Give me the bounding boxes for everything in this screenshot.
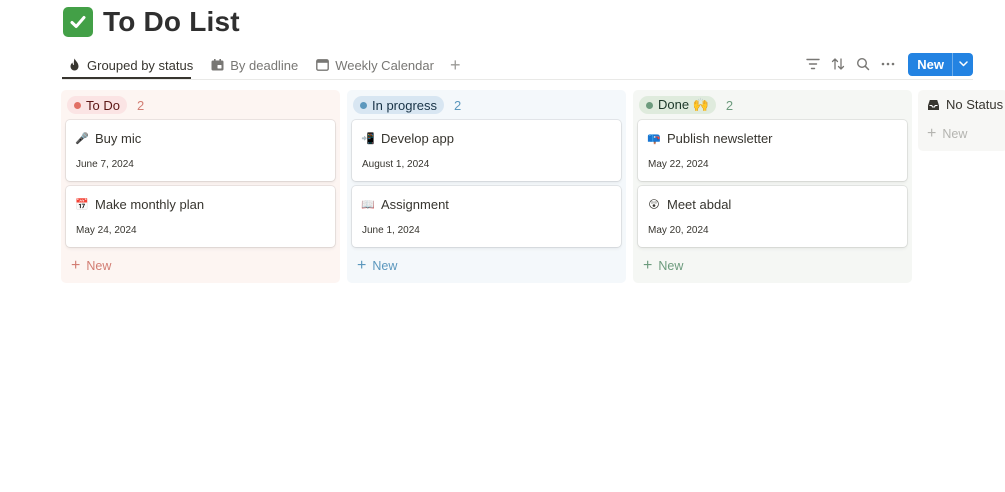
calendar-emoji-icon: 📅 [75, 199, 89, 211]
astonished-face-emoji-icon: 😲 [648, 199, 660, 211]
card-title: 📪 Publish newsletter [647, 131, 773, 146]
add-card-button[interactable]: + New [927, 126, 967, 142]
card[interactable]: 🎤 Buy mic June 7, 2024 [66, 120, 335, 181]
add-card-label: New [86, 259, 112, 273]
card-title-text: Develop app [381, 131, 454, 146]
card-title-text: Publish newsletter [667, 131, 773, 146]
calendar-icon [316, 59, 330, 71]
plus-icon: + [927, 125, 937, 142]
card-title: 🎤 Buy mic [75, 131, 141, 146]
open-book-emoji-icon: 📖 [361, 199, 375, 211]
column-header[interactable]: In progress 2 [353, 96, 461, 114]
mailbox-emoji-icon: 📪 [647, 133, 661, 145]
card[interactable]: 📲 Develop app August 1, 2024 [352, 120, 621, 181]
card[interactable]: 📅 Make monthly plan May 24, 2024 [66, 186, 335, 247]
card-date: June 7, 2024 [76, 159, 134, 170]
flame-icon [70, 58, 79, 71]
card-title: 📅 Make monthly plan [75, 197, 204, 212]
card-date: May 20, 2024 [648, 225, 709, 236]
column-count: 2 [136, 97, 145, 113]
microphone-emoji-icon: 🎤 [75, 133, 89, 145]
status-pill[interactable]: In progress [353, 96, 445, 114]
status-pill[interactable]: To Do [67, 96, 127, 114]
tab-by-deadline[interactable]: By deadline [205, 53, 304, 77]
calendar-folder-icon [211, 59, 224, 71]
card-date: May 24, 2024 [76, 225, 137, 236]
tab-weekly-calendar[interactable]: Weekly Calendar [310, 53, 440, 77]
new-button-label: New [917, 56, 944, 72]
column-in-progress: In progress 2 📲 Develop app August 1, 20… [347, 90, 626, 283]
card-title-text: Make monthly plan [95, 197, 205, 212]
plus-icon: + [71, 257, 81, 274]
more-icon[interactable] [876, 52, 900, 76]
tab-grouped-by-status[interactable]: Grouped by status [62, 53, 199, 77]
search-icon[interactable] [851, 52, 875, 76]
add-card-label: New [942, 127, 968, 141]
card-date: June 1, 2024 [362, 225, 420, 236]
plus-icon: + [357, 257, 367, 274]
mobile-phone-emoji-icon: 📲 [361, 133, 375, 145]
card-date: May 22, 2024 [648, 159, 709, 170]
card-title-text: Assignment [381, 197, 449, 212]
card-title-text: Buy mic [95, 131, 142, 146]
add-card-label: New [658, 259, 684, 273]
card[interactable]: 😲 Meet abdal May 20, 2024 [638, 186, 907, 247]
column-count: 2 [725, 97, 734, 113]
column-no-status: No Status + New [918, 90, 1005, 151]
card[interactable]: 📖 Assignment June 1, 2024 [352, 186, 621, 247]
status-label: In progress [372, 97, 438, 113]
add-card-label: New [372, 259, 398, 273]
status-label: To Do [86, 97, 120, 113]
status-pill[interactable]: Done 🙌 [639, 96, 716, 114]
card-title: 📲 Develop app [361, 131, 454, 146]
header-divider [62, 79, 973, 80]
view-toolbar: New [800, 52, 973, 76]
column-header[interactable]: To Do 2 [67, 96, 144, 114]
status-label: No Status [946, 97, 1004, 112]
check-emoji-icon[interactable] [63, 7, 93, 37]
add-card-button[interactable]: + New [357, 258, 397, 274]
new-button[interactable]: New [908, 52, 973, 76]
column-header[interactable]: No Status [927, 97, 1003, 112]
add-card-button[interactable]: + New [643, 258, 683, 274]
card-title: 📖 Assignment [361, 197, 449, 212]
column-header[interactable]: Done 🙌 2 [639, 96, 733, 114]
status-dot [360, 101, 367, 109]
card-title-text: Meet abdal [667, 197, 732, 212]
page-title[interactable]: To Do List [103, 6, 240, 38]
plus-icon: + [643, 257, 653, 274]
column-done: Done 🙌 2 📪 Publish newsletter May 22, 20… [633, 90, 912, 283]
add-card-button[interactable]: + New [71, 258, 111, 274]
view-tabs: Grouped by status By deadline Weekly Cal… [62, 52, 464, 78]
add-view-button[interactable]: + [446, 55, 465, 76]
sort-icon[interactable] [826, 52, 850, 76]
status-dot [646, 101, 653, 109]
status-label: Done 🙌 [658, 97, 709, 112]
chevron-down-icon[interactable] [952, 52, 973, 76]
tab-label: Weekly Calendar [335, 57, 434, 73]
column-count: 2 [454, 97, 462, 113]
status-dot [74, 101, 81, 109]
tab-label: By deadline [230, 57, 299, 73]
filter-icon[interactable] [801, 52, 825, 76]
page-title-row: To Do List [63, 6, 240, 38]
inbox-icon [928, 99, 939, 110]
card[interactable]: 📪 Publish newsletter May 22, 2024 [638, 120, 907, 181]
card-title: 😲 Meet abdal [647, 197, 731, 212]
column-to-do: To Do 2 🎤 Buy mic June 7, 2024 📅 Make mo… [61, 90, 340, 283]
card-date: August 1, 2024 [362, 159, 430, 170]
tab-label: Grouped by status [87, 57, 194, 73]
